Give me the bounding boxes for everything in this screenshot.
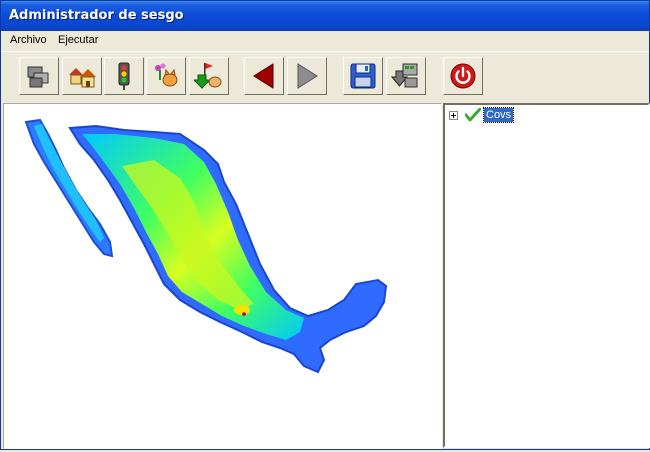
power-button[interactable] xyxy=(443,57,483,95)
traffic-light-icon xyxy=(118,62,130,90)
map-view[interactable] xyxy=(3,103,442,449)
flowers-cat-button[interactable] xyxy=(146,57,186,95)
menu-archivo[interactable]: Archivo xyxy=(10,34,47,46)
forward-arrow-icon xyxy=(297,63,318,89)
window-title: Administrador de sesgo xyxy=(9,8,184,23)
download-flag-button[interactable] xyxy=(189,57,229,95)
download-flag-icon xyxy=(194,63,222,89)
layer-tree[interactable]: Covs xyxy=(443,103,650,448)
flowers-cat-icon xyxy=(155,63,178,87)
houses-icon xyxy=(69,68,96,88)
menu-bar: Archivo Ejecutar xyxy=(1,31,649,50)
layers-button[interactable] xyxy=(19,57,59,95)
back-arrow-icon xyxy=(253,63,274,89)
title-bar[interactable]: Administrador de sesgo xyxy=(1,1,649,31)
houses-button[interactable] xyxy=(62,57,102,95)
toolbar xyxy=(1,51,649,102)
menu-ejecutar[interactable]: Ejecutar xyxy=(58,34,98,46)
layers-icon xyxy=(27,66,49,88)
main-window: Administrador de sesgo Archivo Ejecutar xyxy=(0,0,650,450)
mexico-map-image xyxy=(24,118,388,374)
check-icon[interactable] xyxy=(465,108,481,122)
back-button[interactable] xyxy=(244,57,284,95)
export-button[interactable] xyxy=(386,57,426,95)
save-icon xyxy=(350,63,376,89)
save-button[interactable] xyxy=(343,57,383,95)
forward-button[interactable] xyxy=(287,57,327,95)
tree-expand-icon[interactable] xyxy=(449,111,458,120)
power-icon xyxy=(450,63,476,89)
tree-item-label[interactable]: Covs xyxy=(482,107,515,123)
export-icon xyxy=(391,63,418,88)
traffic-light-button[interactable] xyxy=(104,57,144,95)
